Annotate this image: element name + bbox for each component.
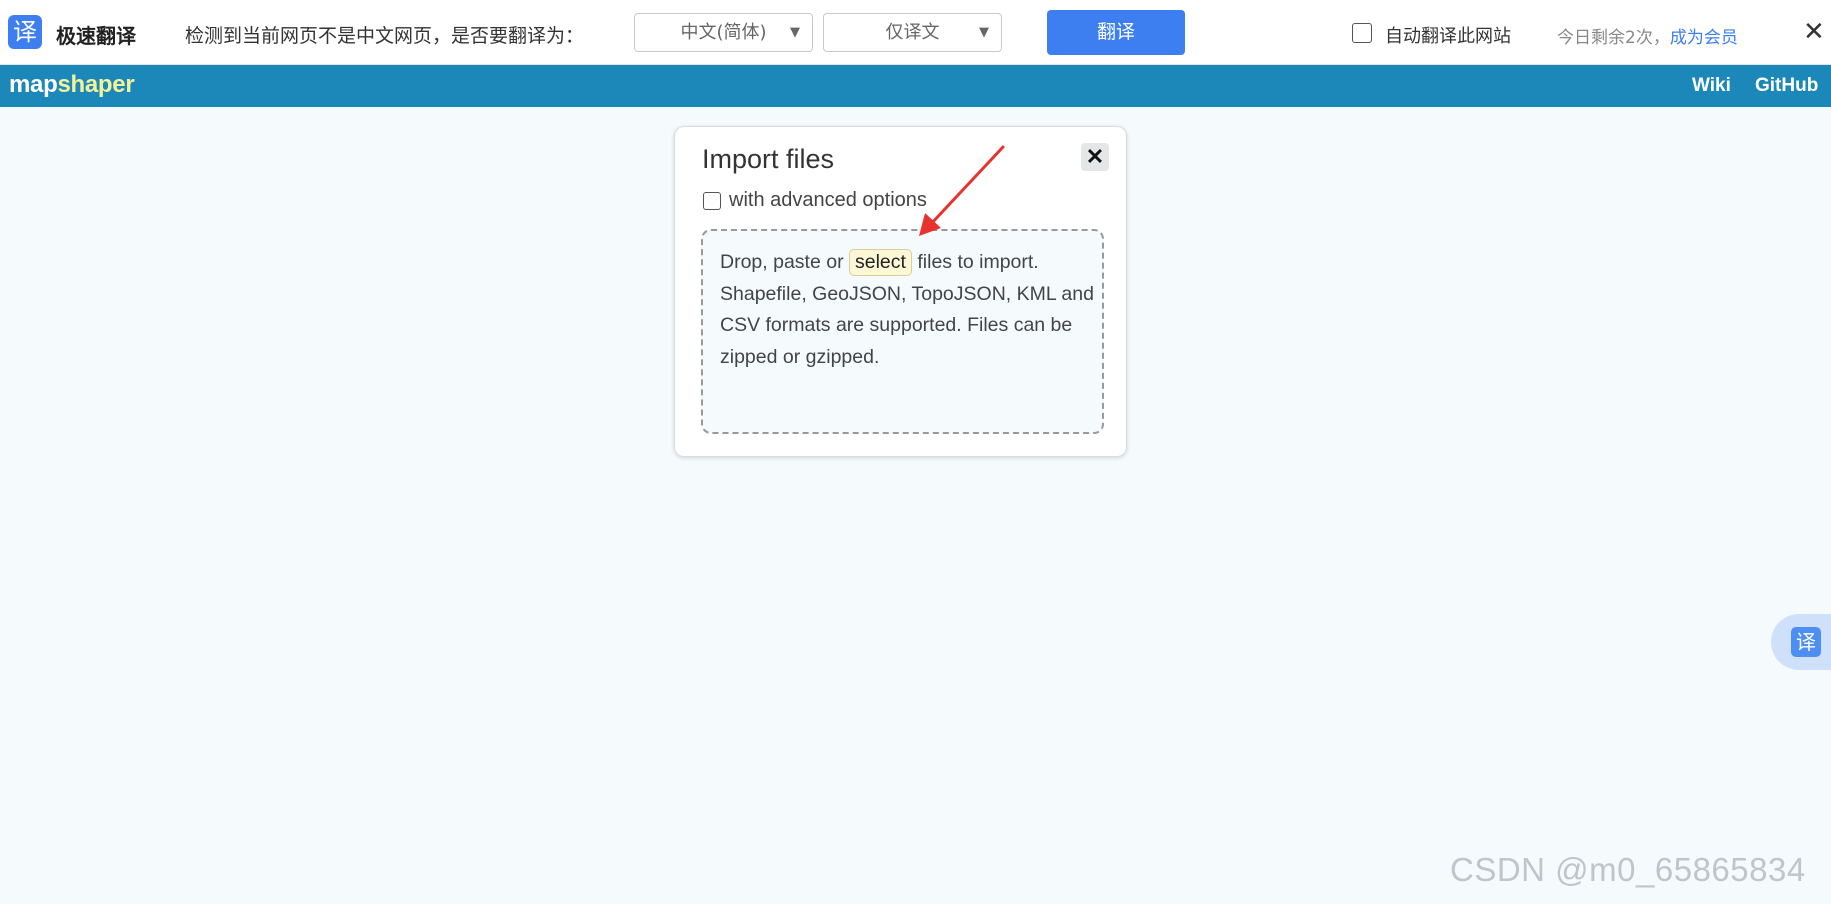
translate-mode-select[interactable]: 仅译文 ▼ [823,13,1002,52]
logo-text-shaper: shaper [57,71,135,98]
target-language-value: 中文(简体) [680,22,767,43]
watermark: CSDN @m0_65865834 [1450,851,1806,888]
drop-zone-text: Drop, paste or select files to import. S… [720,247,1098,373]
chevron-down-icon: ▼ [979,25,989,40]
dialog-title: Import files [702,144,835,174]
translate-logo-icon: 译 [8,15,42,49]
target-language-select[interactable]: 中文(简体) ▼ [634,13,813,52]
translate-prompt: 检测到当前网页不是中文网页，是否要翻译为： [185,25,585,47]
translate-mode-value: 仅译文 [885,22,940,43]
advanced-options-checkbox[interactable] [703,192,721,210]
become-member-link[interactable]: 成为会员 [1670,28,1738,48]
translate-icon: 译 [1791,627,1821,657]
remaining-text: 今日剩余2次， [1557,28,1670,48]
app-header: mapshaper Wiki GitHub [0,65,1831,107]
auto-translate-checkbox[interactable] [1352,23,1372,43]
logo-text-map: map [9,71,58,98]
wiki-link[interactable]: Wiki [1692,75,1731,97]
select-files-button[interactable]: select [848,249,912,276]
chevron-down-icon: ▼ [790,25,800,40]
advanced-options-label[interactable]: with advanced options [729,189,927,212]
mapshaper-logo[interactable]: mapshaper [9,71,135,99]
translate-brand: 极速翻译 [56,24,136,48]
translate-bar: 译 极速翻译 检测到当前网页不是中文网页，是否要翻译为： 中文(简体) ▼ 仅译… [0,0,1831,65]
file-drop-zone[interactable]: Drop, paste or select files to import. S… [701,229,1104,434]
translate-button[interactable]: 翻译 [1047,10,1185,55]
import-dialog: Import files ✕ with advanced options Dro… [674,126,1127,457]
remaining-quota: 今日剩余2次，成为会员 [1557,23,1738,48]
auto-translate-label[interactable]: 自动翻译此网站 [1385,22,1511,48]
close-dialog-button[interactable]: ✕ [1081,143,1109,171]
floating-translate-button[interactable]: 译 [1771,614,1831,670]
github-link[interactable]: GitHub [1755,75,1818,97]
close-translate-bar-icon[interactable]: ✕ [1803,16,1825,46]
drop-text-before: Drop, paste or [720,251,849,273]
